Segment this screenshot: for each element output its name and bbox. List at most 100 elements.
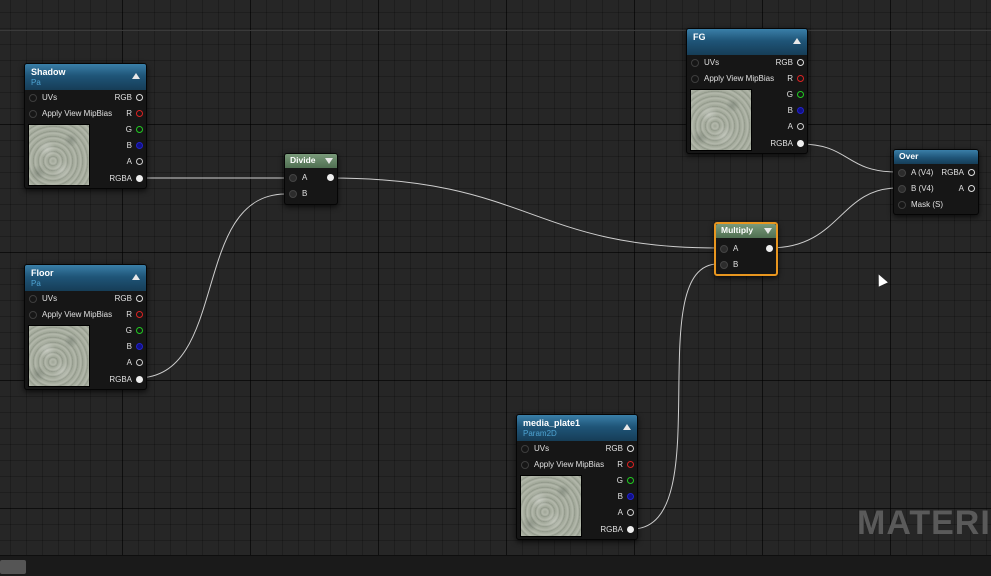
output-pin-icon[interactable] — [627, 461, 634, 469]
input-b-v4[interactable]: B (V4) — [898, 182, 934, 196]
output-pin-icon[interactable] — [797, 123, 804, 131]
input-pin-icon[interactable] — [289, 189, 297, 198]
output-pin-icon[interactable] — [797, 91, 804, 99]
input-a-v4[interactable]: A (V4) — [898, 166, 933, 180]
output-b[interactable]: B — [618, 490, 634, 504]
input-pin-icon[interactable] — [898, 184, 906, 193]
output-a[interactable]: A — [618, 506, 634, 520]
input-uvs[interactable]: UVs — [691, 56, 719, 70]
input-pin-icon[interactable] — [691, 58, 699, 67]
media-plate-texture-node[interactable]: media_plate1 Param2D UVs Apply View MipB… — [516, 414, 638, 540]
output-b[interactable]: B — [127, 139, 143, 153]
input-b[interactable]: B — [289, 187, 307, 201]
output-pin-icon[interactable] — [797, 140, 804, 148]
output-pin-icon[interactable] — [627, 493, 634, 501]
output-pin-icon[interactable] — [136, 376, 143, 384]
shadow-texture-node[interactable]: Shadow Pa UVs Apply View MipBias RGB R G… — [24, 63, 147, 189]
divide-node[interactable]: Divide A B — [284, 153, 338, 205]
input-pin-icon[interactable] — [898, 200, 906, 209]
node-header[interactable]: media_plate1 Param2D — [517, 415, 637, 441]
floor-texture-node[interactable]: Floor Pa UVs Apply View MipBias RGB R G … — [24, 264, 147, 390]
output-pin-icon[interactable] — [136, 327, 143, 335]
output-pin-icon[interactable] — [136, 175, 143, 183]
output-rgb[interactable]: RGB — [115, 91, 143, 105]
output-pin-icon[interactable] — [627, 526, 634, 534]
output-rgba[interactable]: RGBA — [770, 137, 804, 151]
output-rgba[interactable]: RGBA — [109, 172, 143, 186]
output-pin-icon[interactable] — [797, 75, 804, 83]
node-header[interactable]: Shadow Pa — [25, 64, 146, 90]
output-pin-icon[interactable] — [968, 185, 975, 193]
input-apply-view-mipbias[interactable]: Apply View MipBias — [521, 458, 604, 472]
output-g[interactable]: G — [126, 123, 143, 137]
output-pin-icon[interactable] — [136, 110, 143, 118]
output-pin-icon[interactable] — [136, 311, 143, 319]
output-rgb[interactable]: RGB — [776, 56, 804, 70]
fg-texture-node[interactable]: FG UVs Apply View MipBias RGB R G B A RG… — [686, 28, 808, 154]
node-header[interactable]: Divide — [285, 154, 337, 168]
collapse-arrow-icon[interactable] — [793, 38, 801, 44]
input-uvs[interactable]: UVs — [521, 442, 549, 456]
output-r[interactable]: R — [617, 458, 634, 472]
input-pin-icon[interactable] — [720, 260, 728, 269]
output-rgba[interactable]: RGBA — [941, 166, 975, 180]
horizontal-scrollbar[interactable] — [0, 555, 991, 576]
input-apply-view-mipbias[interactable]: Apply View MipBias — [691, 72, 774, 86]
input-pin-icon[interactable] — [29, 93, 37, 102]
output-rgba[interactable]: RGBA — [600, 523, 634, 537]
input-pin-icon[interactable] — [29, 310, 37, 319]
output-pin-icon[interactable] — [136, 94, 143, 102]
input-uvs[interactable]: UVs — [29, 292, 57, 306]
input-pin-icon[interactable] — [29, 109, 37, 118]
input-a[interactable]: A — [289, 171, 307, 185]
node-header[interactable]: FG — [687, 29, 807, 55]
output-pin-icon[interactable] — [136, 142, 143, 150]
input-b[interactable]: B — [720, 258, 738, 272]
output-pin-icon[interactable] — [327, 174, 334, 182]
input-uvs[interactable]: UVs — [29, 91, 57, 105]
collapse-arrow-icon[interactable] — [132, 73, 140, 79]
node-header[interactable]: Floor Pa — [25, 265, 146, 291]
output-r[interactable]: R — [787, 72, 804, 86]
input-a[interactable]: A — [720, 242, 738, 256]
input-apply-view-mipbias[interactable]: Apply View MipBias — [29, 308, 112, 322]
output-result[interactable] — [323, 171, 334, 185]
input-pin-icon[interactable] — [289, 173, 297, 182]
output-r[interactable]: R — [126, 107, 143, 121]
output-pin-icon[interactable] — [968, 169, 975, 177]
multiply-node[interactable]: Multiply A B — [714, 222, 778, 276]
collapse-arrow-icon[interactable] — [623, 424, 631, 430]
output-pin-icon[interactable] — [797, 59, 804, 67]
node-header[interactable]: Multiply — [716, 224, 776, 238]
collapse-arrow-icon[interactable] — [325, 158, 333, 164]
output-pin-icon[interactable] — [136, 295, 143, 303]
collapse-arrow-icon[interactable] — [764, 228, 772, 234]
input-pin-icon[interactable] — [29, 294, 37, 303]
output-pin-icon[interactable] — [136, 126, 143, 134]
node-header[interactable]: Over — [894, 150, 978, 164]
collapse-arrow-icon[interactable] — [132, 274, 140, 280]
output-g[interactable]: G — [787, 88, 804, 102]
output-r[interactable]: R — [126, 308, 143, 322]
output-a[interactable]: A — [127, 356, 143, 370]
output-b[interactable]: B — [788, 104, 804, 118]
output-pin-icon[interactable] — [136, 343, 143, 351]
output-pin-icon[interactable] — [627, 477, 634, 485]
output-a[interactable]: A — [127, 155, 143, 169]
input-pin-icon[interactable] — [521, 444, 529, 453]
output-g[interactable]: G — [617, 474, 634, 488]
output-pin-icon[interactable] — [627, 509, 634, 517]
output-rgba[interactable]: RGBA — [109, 373, 143, 387]
output-rgb[interactable]: RGB — [115, 292, 143, 306]
output-pin-icon[interactable] — [797, 107, 804, 115]
output-a[interactable]: A — [959, 182, 975, 196]
input-pin-icon[interactable] — [898, 168, 906, 177]
input-pin-icon[interactable] — [691, 74, 699, 83]
scrollbar-thumb[interactable] — [0, 560, 26, 574]
input-mask[interactable]: Mask (S) — [898, 198, 943, 212]
input-apply-view-mipbias[interactable]: Apply View MipBias — [29, 107, 112, 121]
output-pin-icon[interactable] — [627, 445, 634, 453]
output-rgb[interactable]: RGB — [606, 442, 634, 456]
output-pin-icon[interactable] — [766, 245, 773, 253]
output-b[interactable]: B — [127, 340, 143, 354]
